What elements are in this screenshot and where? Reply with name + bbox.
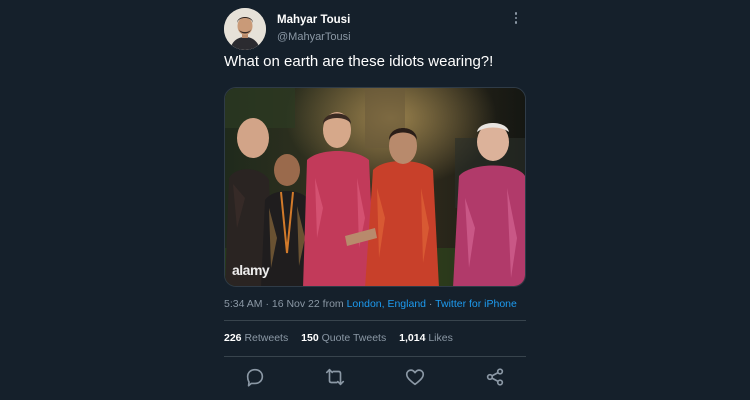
avatar[interactable] — [224, 8, 266, 50]
divider — [224, 356, 526, 357]
tweet-text: What on earth are these idiots wearing?! — [224, 53, 494, 70]
tweet-date[interactable]: 16 Nov 22 — [272, 298, 320, 310]
retweet-icon[interactable] — [324, 366, 346, 388]
tweet-media[interactable]: alamy — [224, 87, 526, 287]
retweets-count: 226 — [224, 332, 242, 344]
quote-tweets-stat[interactable]: 150 Quote Tweets — [301, 332, 386, 344]
source-link[interactable]: Twitter for iPhone — [435, 298, 517, 310]
divider — [224, 320, 526, 321]
meta-separator: · — [428, 298, 433, 310]
from-label: from — [322, 298, 344, 310]
tweet-metadata: 5:34 AM · 16 Nov 22 from London, England… — [224, 298, 517, 310]
like-icon[interactable] — [404, 366, 426, 388]
more-options-icon[interactable] — [510, 12, 522, 28]
share-icon[interactable] — [484, 366, 506, 388]
quote-tweets-label: Quote Tweets — [321, 332, 387, 344]
likes-label: Likes — [428, 332, 453, 344]
tweet-time[interactable]: 5:34 AM — [224, 298, 263, 310]
retweets-stat[interactable]: 226 Retweets — [224, 332, 288, 344]
avatar-portrait — [224, 8, 266, 50]
reply-icon[interactable] — [244, 366, 266, 388]
media-photo — [225, 88, 525, 286]
engagement-stats: 226 Retweets 150 Quote Tweets 1,014 Like… — [224, 332, 463, 344]
tweet-card: Mahyar Tousi @MahyarTousi What on earth … — [224, 0, 526, 400]
media-watermark: alamy — [232, 262, 270, 278]
likes-stat[interactable]: 1,014 Likes — [399, 332, 453, 344]
likes-count: 1,014 — [399, 332, 426, 344]
action-bar — [224, 364, 526, 390]
location-link[interactable]: London, England — [347, 298, 426, 310]
author-name[interactable]: Mahyar Tousi — [277, 14, 350, 26]
author-handle[interactable]: @MahyarTousi — [277, 31, 351, 43]
retweets-label: Retweets — [244, 332, 289, 344]
meta-separator: · — [265, 298, 269, 310]
quote-tweets-count: 150 — [301, 332, 319, 344]
